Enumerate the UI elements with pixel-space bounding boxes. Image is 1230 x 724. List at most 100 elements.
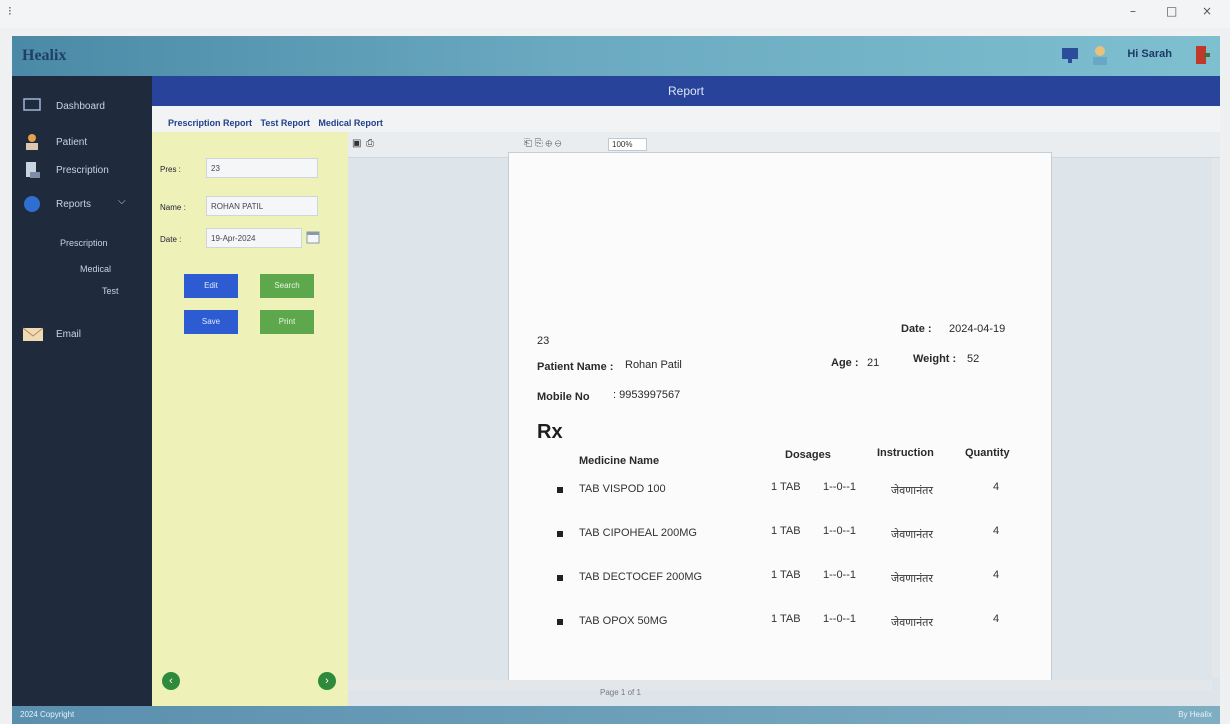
edit-button[interactable]: Edit <box>184 274 238 298</box>
footer-brand: By Healix <box>1178 710 1212 719</box>
quantity-header: Quantity <box>965 447 1010 459</box>
zoom-select[interactable]: 100% <box>608 138 648 151</box>
tab-prescription-report[interactable]: Prescription Report <box>168 118 252 128</box>
sidebar-subitem-test[interactable]: Test <box>102 286 119 296</box>
save-button[interactable]: Save <box>184 310 238 334</box>
medicine-dose: 1 TAB <box>771 613 801 625</box>
minimize-button[interactable]: – <box>1130 4 1136 18</box>
medicine-dose: 1 TAB <box>771 481 801 493</box>
logout-icon[interactable] <box>1192 44 1212 66</box>
report-tabs: Prescription Report Test Report Medical … <box>168 118 389 128</box>
medicine-row: TAB OPOX 50MG 1 TAB 1--0--1 जेवणानंतर 4 <box>557 613 1037 635</box>
title-bar: Healix Hi Sarah <box>12 36 1220 76</box>
patient-name: Rohan Patil <box>625 359 682 371</box>
name-input[interactable]: ROHAN PATIL <box>206 196 318 216</box>
medicine-schedule: 1--0--1 <box>823 613 857 625</box>
patient-name-label: Patient Name : <box>537 361 614 373</box>
maximize-button[interactable]: □ <box>1166 4 1177 18</box>
instruction-header: Instruction <box>877 447 934 459</box>
page-nav-icons[interactable]: ⎗ ⎘ ⊕ ⊖ <box>524 138 561 149</box>
horizontal-scrollbar[interactable] <box>348 680 1212 690</box>
report-viewer: ▣ ⎙ ⎗ ⎘ ⊕ ⊖ 100% 23 Date : 2024-04-19 Pa… <box>348 132 1220 706</box>
mobile-label: Mobile No <box>537 391 590 403</box>
pres-input[interactable]: 23 <box>206 158 318 178</box>
medicine-name: TAB OPOX 50MG <box>579 615 668 627</box>
reports-icon <box>24 196 40 212</box>
dosages-header: Dosages <box>785 449 831 461</box>
save-report-icon[interactable]: ▣ <box>352 138 361 149</box>
tab-test-report[interactable]: Test Report <box>261 118 310 128</box>
report-date-label: Date : <box>901 323 932 335</box>
medicine-qty: 4 <box>993 569 1000 581</box>
medicine-schedule: 1--0--1 <box>823 525 857 537</box>
age-label: Age : <box>831 357 859 369</box>
medicine-instruction: जेवणानंतर <box>891 573 933 585</box>
weight-value: 52 <box>967 353 980 365</box>
prescription-icon <box>26 162 40 178</box>
app-icon: ⁝ <box>8 4 12 18</box>
copyright-text: 2024 Copyright <box>20 710 75 719</box>
sidebar-item-email[interactable]: Email <box>12 320 152 350</box>
medicine-schedule: 1--0--1 <box>823 569 857 581</box>
pres-label: Pres : <box>160 165 181 174</box>
report-form: Pres : 23 Name : ROHAN PATIL Date : 19-A… <box>152 132 348 706</box>
window-chrome: ⁝ – □ × <box>0 0 1230 28</box>
medicine-row: TAB VISPOD 100 1 TAB 1--0--1 जेवणानंतर 4 <box>557 481 1037 503</box>
bullet-icon <box>557 575 563 581</box>
report-date: 2024-04-19 <box>949 323 1006 335</box>
email-icon <box>22 327 44 341</box>
user-icon <box>26 134 38 150</box>
medicine-name-header: Medicine Name <box>579 455 660 467</box>
age-value: 21 <box>867 357 880 369</box>
date-label: Date : <box>160 235 182 244</box>
footer: 2024 Copyright By Healix <box>12 706 1220 724</box>
medicine-qty: 4 <box>993 613 1000 625</box>
sidebar-item-prescription[interactable]: Prescription <box>12 156 152 186</box>
medicine-name: TAB DECTOCEF 200MG <box>579 571 703 583</box>
rx-symbol: Rx <box>537 421 563 443</box>
monitor-icon[interactable] <box>1060 44 1080 66</box>
medicine-name: TAB CIPOHEAL 200MG <box>579 527 697 539</box>
weight-label: Weight : <box>913 353 957 365</box>
app-logo: Healix <box>22 47 67 64</box>
user-name[interactable]: Hi Sarah <box>1127 48 1172 60</box>
sidebar-subitem-medical[interactable]: Medical <box>80 264 111 274</box>
prescription-page: 23 Date : 2024-04-19 Patient Name : Roha… <box>508 152 1052 682</box>
date-input[interactable]: 19-Apr-2024 <box>206 228 302 248</box>
search-button[interactable]: Search <box>260 274 314 298</box>
bullet-icon <box>557 487 563 493</box>
tab-medical-report[interactable]: Medical Report <box>318 118 383 128</box>
previous-arrow-icon[interactable]: ‹ <box>162 672 180 690</box>
calendar-icon[interactable] <box>306 230 320 244</box>
sidebar-item-dashboard[interactable]: Dashboard <box>12 92 152 122</box>
print-button[interactable]: Print <box>260 310 314 334</box>
medicine-qty: 4 <box>993 525 1000 537</box>
medicine-dose: 1 TAB <box>771 569 801 581</box>
vertical-scrollbar[interactable] <box>1212 158 1220 678</box>
sidebar-item-reports[interactable]: Reports ⌵ <box>12 190 152 220</box>
bullet-icon <box>557 619 563 625</box>
name-label: Name : <box>160 203 186 212</box>
main-content: Report Prescription Report Test Report M… <box>152 76 1220 706</box>
medicine-dose: 1 TAB <box>771 525 801 537</box>
medicine-schedule: 1--0--1 <box>823 481 857 493</box>
sidebar-item-patient[interactable]: Patient <box>12 128 152 158</box>
sidebar-subitem-prescription[interactable]: Prescription <box>60 238 108 248</box>
medicine-name: TAB VISPOD 100 <box>579 483 666 495</box>
dashboard-icon <box>23 98 41 111</box>
user-avatar-icon[interactable] <box>1090 44 1110 66</box>
medicine-row: TAB CIPOHEAL 200MG 1 TAB 1--0--1 जेवणानं… <box>557 525 1037 547</box>
bullet-icon <box>557 531 563 537</box>
app-window: ⁝ – □ × Healix Hi Sarah Dashboard Patien… <box>0 0 1230 724</box>
medicine-instruction: जेवणानंतर <box>891 529 933 541</box>
medicine-row: TAB DECTOCEF 200MG 1 TAB 1--0--1 जेवणानं… <box>557 569 1037 591</box>
medicine-instruction: जेवणानंतर <box>891 617 933 629</box>
next-arrow-icon[interactable]: › <box>318 672 336 690</box>
close-button[interactable]: × <box>1202 4 1212 18</box>
report-id: 23 <box>537 335 550 347</box>
medicine-qty: 4 <box>993 481 1000 493</box>
sidebar: Dashboard Patient Prescription Reports ⌵… <box>12 76 152 706</box>
mobile-value: : 9953997567 <box>613 389 681 401</box>
print-report-icon[interactable]: ⎙ <box>366 138 374 149</box>
medicine-instruction: जेवणानंतर <box>891 485 933 497</box>
